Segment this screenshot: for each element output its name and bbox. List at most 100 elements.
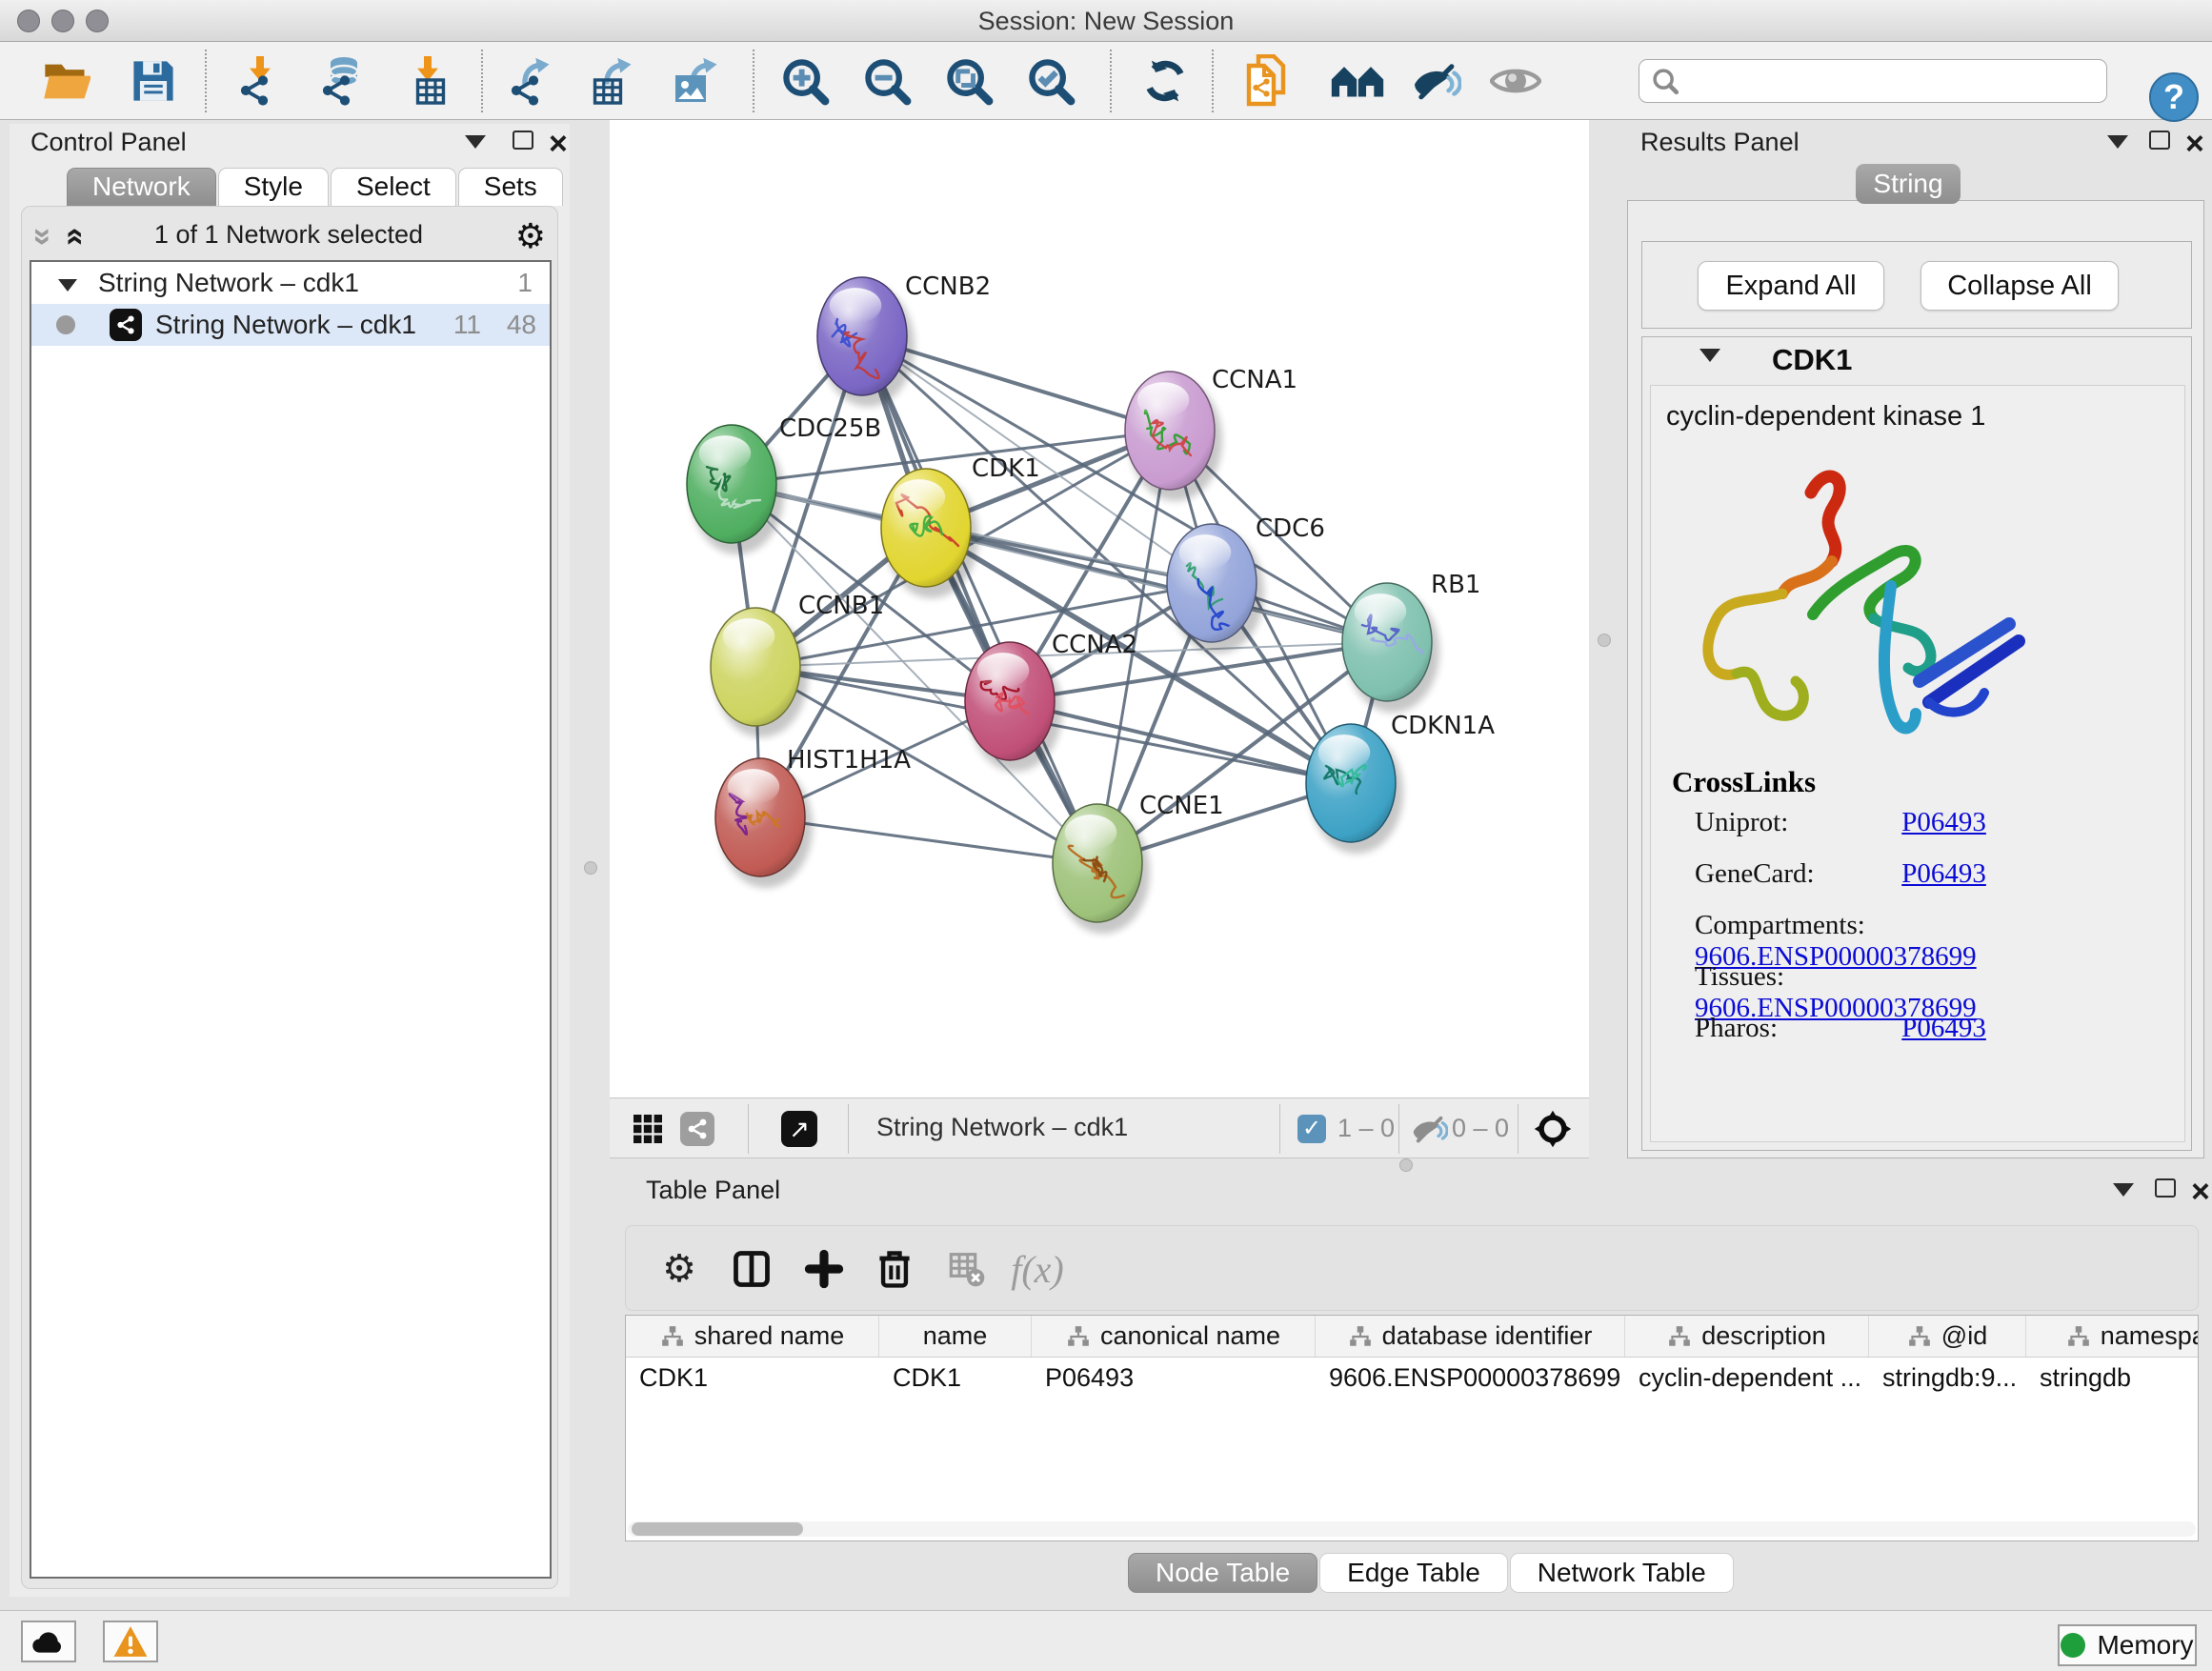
tab-network-table[interactable]: Network Table bbox=[1510, 1553, 1734, 1593]
column-header--id[interactable]: @id bbox=[1869, 1316, 2026, 1357]
column-header-name[interactable]: name bbox=[879, 1316, 1032, 1357]
scrollbar-thumb[interactable] bbox=[632, 1522, 803, 1536]
crosslink-genecard[interactable]: P06493 bbox=[1901, 858, 1986, 889]
zoom-out-icon[interactable] bbox=[859, 53, 915, 109]
warning-icon[interactable] bbox=[103, 1621, 158, 1662]
export-image-icon[interactable] bbox=[669, 53, 724, 109]
network-view-share-icon[interactable] bbox=[680, 1112, 714, 1146]
close-window-button[interactable] bbox=[17, 10, 40, 32]
homes-icon[interactable] bbox=[1330, 53, 1385, 109]
expand-all-button[interactable]: Expand All bbox=[1698, 261, 1884, 311]
network-node[interactable] bbox=[1306, 724, 1403, 854]
collapse-all-button[interactable]: Collapse All bbox=[1920, 261, 2119, 311]
left-splitter-handle[interactable] bbox=[584, 861, 597, 875]
panel-menu-icon[interactable] bbox=[465, 135, 486, 153]
table-cell[interactable]: 9606.ENSP00000378699 bbox=[1316, 1358, 1625, 1399]
network-node[interactable] bbox=[687, 425, 784, 554]
minimize-window-button[interactable] bbox=[51, 10, 74, 32]
snapshot-icon[interactable] bbox=[1240, 53, 1296, 109]
collapse-all-icon[interactable]: « bbox=[22, 228, 59, 246]
horizontal-splitter-handle[interactable] bbox=[1399, 1158, 1413, 1172]
selected-checkbox-icon[interactable]: ✓ bbox=[1297, 1115, 1326, 1143]
crosslink-uniprot[interactable]: P06493 bbox=[1901, 807, 1986, 837]
grid-view-icon[interactable] bbox=[631, 1112, 665, 1146]
node-label[interactable]: CDKN1A bbox=[1391, 712, 1495, 740]
node-label[interactable]: HIST1H1A bbox=[787, 746, 911, 775]
table-cell[interactable]: stringdb:9... bbox=[1869, 1358, 2026, 1399]
network-edge[interactable] bbox=[862, 336, 1097, 863]
zoom-window-button[interactable] bbox=[86, 10, 109, 32]
float-panel-icon[interactable] bbox=[2149, 131, 2170, 154]
close-panel-icon[interactable]: × bbox=[549, 133, 568, 159]
tab-network[interactable]: Network bbox=[67, 168, 216, 206]
column-header-canonical-name[interactable]: canonical name bbox=[1032, 1316, 1316, 1357]
function-builder-icon[interactable]: f(x) bbox=[1011, 1242, 1064, 1296]
node-label[interactable]: CCNB1 bbox=[798, 592, 884, 620]
section-collapse-icon[interactable] bbox=[1699, 349, 1720, 367]
search-input[interactable] bbox=[1679, 67, 2089, 96]
network-node[interactable] bbox=[1053, 804, 1150, 934]
table-cell[interactable]: CDK1 bbox=[879, 1358, 1032, 1399]
cloud-icon[interactable] bbox=[21, 1621, 76, 1662]
tab-style[interactable]: Style bbox=[218, 168, 329, 206]
table-horizontal-scrollbar[interactable] bbox=[628, 1521, 2196, 1537]
table-cell[interactable]: CDK1 bbox=[626, 1358, 879, 1399]
tab-edge-table[interactable]: Edge Table bbox=[1319, 1553, 1508, 1593]
table-cell[interactable]: P06493 bbox=[1032, 1358, 1316, 1399]
gear-icon[interactable]: ⚙ bbox=[653, 1242, 706, 1296]
tab-node-table[interactable]: Node Table bbox=[1128, 1553, 1317, 1593]
zoom-selected-icon[interactable] bbox=[1023, 53, 1078, 109]
node-label[interactable]: CCNE1 bbox=[1139, 792, 1224, 820]
float-panel-icon[interactable] bbox=[2155, 1178, 2176, 1202]
hide-selection-icon[interactable] bbox=[1408, 53, 1463, 109]
open-folder-icon[interactable] bbox=[38, 53, 93, 109]
node-label[interactable]: CCNA1 bbox=[1212, 366, 1297, 394]
node-label[interactable]: CDC6 bbox=[1256, 514, 1325, 543]
node-label[interactable]: CDC25B bbox=[779, 414, 881, 443]
help-icon[interactable]: ? bbox=[2149, 72, 2199, 122]
save-icon[interactable] bbox=[126, 53, 181, 109]
network-node[interactable] bbox=[817, 277, 915, 407]
network-canvas[interactable]: CCNB2CCNA1CDC25BCDK1CDC6RB1CCNB1CCNA2CDK… bbox=[610, 120, 1589, 1097]
hidden-eye-slash-icon[interactable] bbox=[1410, 1114, 1448, 1144]
column-header-description[interactable]: description bbox=[1625, 1316, 1869, 1357]
column-header-namespace[interactable]: namespace bbox=[2026, 1316, 2199, 1357]
close-panel-icon[interactable]: × bbox=[2191, 1181, 2210, 1207]
show-all-icon[interactable] bbox=[1488, 53, 1543, 109]
network-node[interactable] bbox=[965, 642, 1062, 772]
collapse-icon[interactable] bbox=[58, 268, 77, 298]
close-panel-icon[interactable]: × bbox=[2185, 133, 2204, 159]
column-header-database-identifier[interactable]: database identifier bbox=[1316, 1316, 1625, 1357]
network-node[interactable] bbox=[711, 608, 808, 737]
tab-string[interactable]: String bbox=[1856, 164, 1961, 204]
right-splitter-handle[interactable] bbox=[1598, 634, 1611, 647]
pan-crosshair-icon[interactable] bbox=[1532, 1108, 1574, 1150]
tab-select[interactable]: Select bbox=[331, 168, 456, 206]
network-node[interactable] bbox=[715, 758, 813, 888]
tab-sets[interactable]: Sets bbox=[458, 168, 563, 206]
import-table-icon[interactable] bbox=[400, 53, 455, 109]
delete-table-icon[interactable] bbox=[940, 1242, 994, 1296]
birds-eye-view-icon[interactable]: ↗ bbox=[781, 1111, 817, 1147]
import-database-icon[interactable] bbox=[314, 53, 370, 109]
node-label[interactable]: RB1 bbox=[1431, 571, 1480, 599]
expand-all-icon[interactable]: « bbox=[57, 228, 94, 246]
panel-menu-icon[interactable] bbox=[2107, 135, 2128, 153]
memory-button[interactable]: Memory bbox=[2058, 1624, 2197, 1666]
delete-column-icon[interactable] bbox=[868, 1242, 921, 1296]
zoom-fit-icon[interactable] bbox=[941, 53, 996, 109]
refresh-layout-icon[interactable] bbox=[1137, 53, 1193, 109]
export-network-icon[interactable] bbox=[503, 53, 558, 109]
import-network-icon[interactable] bbox=[232, 53, 288, 109]
float-panel-icon[interactable] bbox=[513, 131, 533, 154]
table-row[interactable]: CDK1CDK1P064939606.ENSP00000378699cyclin… bbox=[626, 1358, 2198, 1399]
export-table-icon[interactable] bbox=[585, 53, 640, 109]
zoom-in-icon[interactable] bbox=[777, 53, 833, 109]
table-cell[interactable]: stringdb bbox=[2026, 1358, 2199, 1399]
gear-icon[interactable]: ⚙ bbox=[515, 216, 546, 256]
network-node[interactable] bbox=[1342, 583, 1439, 713]
table-cell[interactable]: cyclin-dependent ... bbox=[1625, 1358, 1869, 1399]
node-label[interactable]: CCNA2 bbox=[1052, 631, 1137, 659]
add-column-icon[interactable] bbox=[797, 1242, 851, 1296]
node-label[interactable]: CDK1 bbox=[972, 454, 1040, 483]
